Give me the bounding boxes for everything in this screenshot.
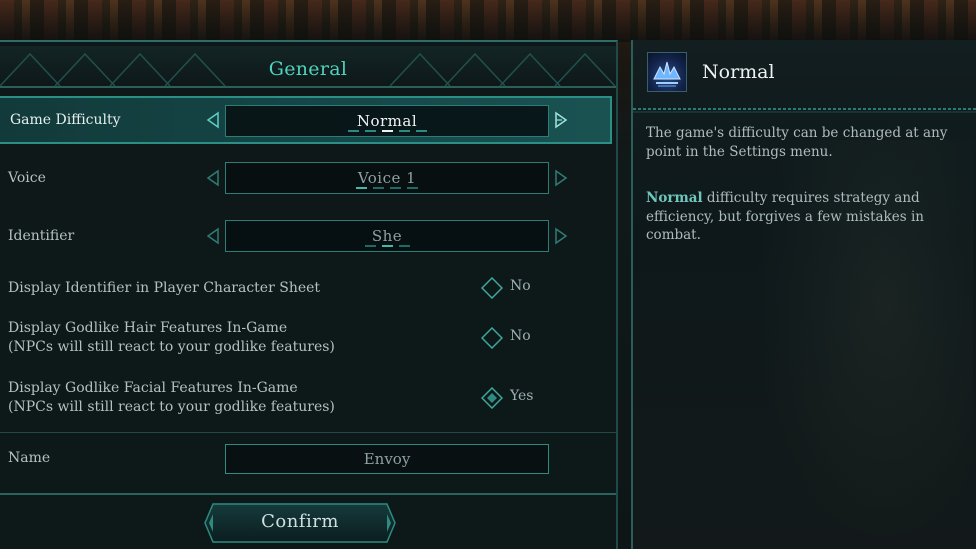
facial-features-row[interactable]: Display Godlike Facial Features In-Game …	[0, 378, 616, 422]
option-dot	[373, 187, 384, 189]
panel-header: General	[0, 46, 616, 88]
display-identifier-value: No	[510, 278, 531, 294]
option-dot-selected	[356, 187, 367, 189]
name-row[interactable]: Name Envoy	[0, 440, 616, 480]
difficulty-crown-icon	[647, 52, 687, 92]
difficulty-value: Normal	[356, 112, 418, 130]
general-settings-panel: General Game Difficulty Normal Voice Voi…	[0, 40, 618, 549]
info-divider-ornament	[633, 108, 976, 113]
info-paragraph-2: Normal difficulty requires strategy and …	[646, 189, 971, 245]
unchecked-diamond-icon	[481, 277, 503, 299]
voice-option-indicators	[226, 187, 548, 189]
difficulty-label: Game Difficulty	[10, 112, 121, 128]
hair-features-label: Display Godlike Hair Features In-Game	[8, 320, 288, 336]
confirm-button[interactable]: Confirm	[203, 502, 397, 544]
display-identifier-toggle[interactable]: No	[481, 277, 561, 299]
hair-features-toggle[interactable]: No	[481, 327, 561, 349]
voice-prev-arrow-icon[interactable]	[205, 169, 221, 187]
identifier-next-arrow-icon[interactable]	[553, 227, 569, 245]
voice-value: Voice 1	[357, 169, 417, 187]
option-dot-selected	[381, 130, 393, 132]
display-identifier-row[interactable]: Display Identifier in Player Character S…	[0, 270, 616, 306]
option-dot	[390, 187, 401, 189]
footer-divider	[0, 493, 616, 495]
facial-features-label: Display Godlike Facial Features In-Game	[8, 380, 298, 396]
identifier-label: Identifier	[8, 228, 75, 244]
info-title: Normal	[702, 61, 775, 83]
difficulty-option-indicators	[226, 130, 548, 132]
hair-features-value: No	[510, 328, 531, 344]
difficulty-selector[interactable]: Normal	[225, 105, 549, 137]
voice-selector[interactable]: Voice 1	[225, 162, 549, 194]
hair-features-note: (NPCs will still react to your godlike f…	[8, 339, 335, 355]
option-dot	[398, 130, 410, 132]
facial-features-toggle[interactable]: Yes	[481, 387, 561, 409]
name-input[interactable]: Envoy	[225, 444, 549, 474]
panel-title: General	[268, 58, 348, 80]
difficulty-row[interactable]: Game Difficulty Normal	[0, 96, 612, 144]
option-dot	[398, 245, 410, 247]
option-dot	[347, 130, 359, 132]
unchecked-diamond-icon	[481, 327, 503, 349]
voice-row[interactable]: Voice Voice 1	[0, 154, 616, 202]
facial-features-value: Yes	[510, 388, 534, 404]
option-dot	[407, 187, 418, 189]
identifier-option-indicators	[226, 245, 548, 247]
checked-diamond-icon	[481, 387, 503, 409]
facial-features-note: (NPCs will still react to your godlike f…	[8, 399, 335, 415]
display-identifier-label: Display Identifier in Player Character S…	[8, 280, 321, 296]
info-highlight: Normal	[646, 190, 703, 206]
confirm-label: Confirm	[261, 511, 339, 532]
option-dot	[364, 130, 376, 132]
info-panel: Normal The game's difficulty can be chan…	[631, 40, 976, 549]
voice-next-arrow-icon[interactable]	[553, 169, 569, 187]
option-dot-selected	[381, 245, 393, 247]
name-label: Name	[8, 450, 51, 466]
identifier-prev-arrow-icon[interactable]	[205, 227, 221, 245]
identifier-row[interactable]: Identifier She	[0, 212, 616, 260]
hair-features-row[interactable]: Display Godlike Hair Features In-Game (N…	[0, 318, 616, 362]
identifier-value: She	[371, 227, 403, 245]
divider	[0, 432, 616, 433]
background-library	[0, 0, 976, 42]
difficulty-next-arrow-icon[interactable]	[553, 111, 569, 129]
difficulty-prev-arrow-icon[interactable]	[205, 111, 221, 129]
option-dot	[415, 130, 427, 132]
info-paragraph-1: The game's difficulty can be changed at …	[646, 125, 948, 160]
identifier-selector[interactable]: She	[225, 220, 549, 252]
option-dot	[364, 245, 376, 247]
voice-label: Voice	[8, 170, 46, 186]
